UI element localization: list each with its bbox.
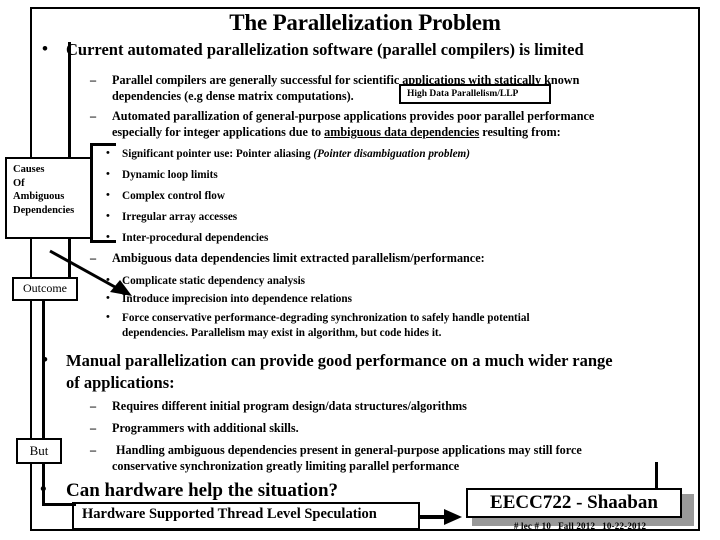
b1s2-pre: especially for integer applications due … xyxy=(112,125,325,139)
dot-marker: • xyxy=(106,168,110,180)
page-title: The Parallelization Problem xyxy=(229,10,501,35)
bullet-1-text: Current automated parallelization softwa… xyxy=(66,40,584,59)
footer-course-label: EECC722 - Shaaban xyxy=(466,488,682,518)
cause-item-0: • Significant pointer use: Pointer alias… xyxy=(106,147,470,162)
bullet-3: • Can hardware help the situation? xyxy=(40,480,496,501)
bullet-3-text: Can hardware help the situation? xyxy=(66,480,339,501)
bullet-2-sub-2-text: Programmers with additional skills. xyxy=(112,421,299,435)
bullet-1-sub-2-line-1: Automated parallization of general-purpo… xyxy=(112,109,595,123)
bullet-2-line-1: Manual parallelization can provide good … xyxy=(66,351,613,370)
bullet-2-sub-3-line-2: conservative synchronization greatly lim… xyxy=(112,459,460,473)
outcome-item-2-line-1: Force conservative performance-degrading… xyxy=(122,312,530,324)
callout-causes-of-ambiguous-dependencies: Causes Of Ambiguous Dependencies xyxy=(5,157,93,239)
callout-causes-line-2: Of xyxy=(13,177,25,189)
bullet-1-sub-3-text: Ambiguous data dependencies limit extrac… xyxy=(112,251,485,265)
cause-item-3-text: Irregular array accesses xyxy=(122,211,238,223)
spine-elbow-to-hwtls xyxy=(42,503,76,506)
bullet-marker: • xyxy=(42,39,48,58)
footer-term: Fall 2012 xyxy=(558,521,596,531)
bullet-1-sub-2: – Automated parallization of general-pur… xyxy=(90,108,680,140)
callout-but-label: But xyxy=(29,443,49,458)
callout-causes-line-3: Ambiguous xyxy=(13,191,65,202)
dot-marker: • xyxy=(106,189,110,201)
cause-item-3: • Irregular array accesses xyxy=(106,210,238,225)
bullet-1-sub-1-line-1: Parallel compilers are generally success… xyxy=(112,73,580,87)
dash-marker: – xyxy=(90,421,97,435)
bullet-2: • Manual parallelization can provide goo… xyxy=(42,350,691,394)
outcome-item-2: • Force conservative performance-degradi… xyxy=(106,311,667,341)
outcome-arrow-icon xyxy=(49,249,132,296)
dash-marker: – xyxy=(90,443,97,457)
callout-hardware-supported-tls: Hardware Supported Thread Level Speculat… xyxy=(72,502,420,530)
bullet-2-sub-1: – Requires different initial program des… xyxy=(90,398,672,414)
dash-marker: – xyxy=(90,109,97,123)
footer-date: 10-22-2012 xyxy=(602,521,647,531)
hardware-tls-arrow-icon xyxy=(418,509,462,525)
callout-causes-line-1: Causes xyxy=(13,164,45,175)
bullet-1: • Current automated parallelization soft… xyxy=(42,39,686,60)
footer-plaque: EECC722 - Shaaban xyxy=(466,488,694,526)
spine-segment-causes-to-outcome xyxy=(68,238,71,278)
dot-marker: • xyxy=(106,147,110,159)
bullet-1-sub-2-line-2: especially for integer applications due … xyxy=(112,124,680,140)
spine-segment-top xyxy=(68,42,71,158)
causes-bracket-top xyxy=(90,143,116,146)
footer-meta: # lec # 10 Fall 2012 10-22-2012 xyxy=(466,521,694,531)
cause-item-1: • Dynamic loop limits xyxy=(106,168,218,183)
cause-item-2-text: Complex control flow xyxy=(122,190,225,202)
bullet-2-sub-3-line-1: Handling ambiguous dependencies present … xyxy=(116,443,582,457)
bullet-1-sub-1-line-2: dependencies (e.g dense matrix computati… xyxy=(112,89,354,103)
spine-segment-but-to-hwtls xyxy=(42,464,45,506)
cause-item-4-text: Inter-procedural dependencies xyxy=(122,232,269,244)
dash-marker: – xyxy=(90,73,97,87)
bullet-1-sub-3: – Ambiguous data dependencies limit extr… xyxy=(90,250,672,266)
bullet-2-line-2: of applications: xyxy=(66,373,175,392)
outcome-item-1-text: Introduce imprecision into dependence re… xyxy=(122,293,352,305)
cause-item-4: • Inter-procedural dependencies xyxy=(106,231,269,246)
footer-lecture: # lec # 10 xyxy=(513,521,552,531)
dash-marker: – xyxy=(90,399,97,413)
causes-bracket-vertical xyxy=(90,143,93,243)
spine-segment-outcome-to-but xyxy=(42,300,45,440)
bullet-2-sub-3: – Handling ambiguous dependencies presen… xyxy=(90,442,676,474)
bullet-2-sub-2: – Programmers with additional skills. xyxy=(90,420,672,436)
callout-hardware-supported-tls-label: Hardware Supported Thread Level Speculat… xyxy=(82,506,377,522)
cause-item-0-text: Significant pointer use: Pointer aliasin… xyxy=(122,148,314,160)
bullet-1-sub-1: – Parallel compilers are generally succe… xyxy=(90,72,672,104)
b1s2-underlined: ambiguous data dependencies xyxy=(324,125,480,139)
callout-high-data-parallelism-label: High Data Parallelism/LLP xyxy=(407,89,519,99)
cause-item-0-note: (Pointer disambiguation problem) xyxy=(313,148,470,160)
dot-marker: • xyxy=(106,311,110,323)
outcome-item-2-line-2: dependencies. Parallelism may exist in a… xyxy=(122,327,442,339)
bullet-2-sub-1-text: Requires different initial program desig… xyxy=(112,399,467,413)
b1s2-post: resulting from: xyxy=(479,125,561,139)
outcome-item-1: • Introduce imprecision into dependence … xyxy=(106,292,352,307)
cause-item-1-text: Dynamic loop limits xyxy=(122,169,218,181)
dot-marker: • xyxy=(106,210,110,222)
callout-but: But xyxy=(16,438,62,464)
callout-causes-line-4: Dependencies xyxy=(13,204,75,216)
cause-item-2: • Complex control flow xyxy=(106,189,225,204)
causes-bracket-bottom xyxy=(90,240,116,243)
callout-high-data-parallelism: High Data Parallelism/LLP xyxy=(399,84,551,104)
